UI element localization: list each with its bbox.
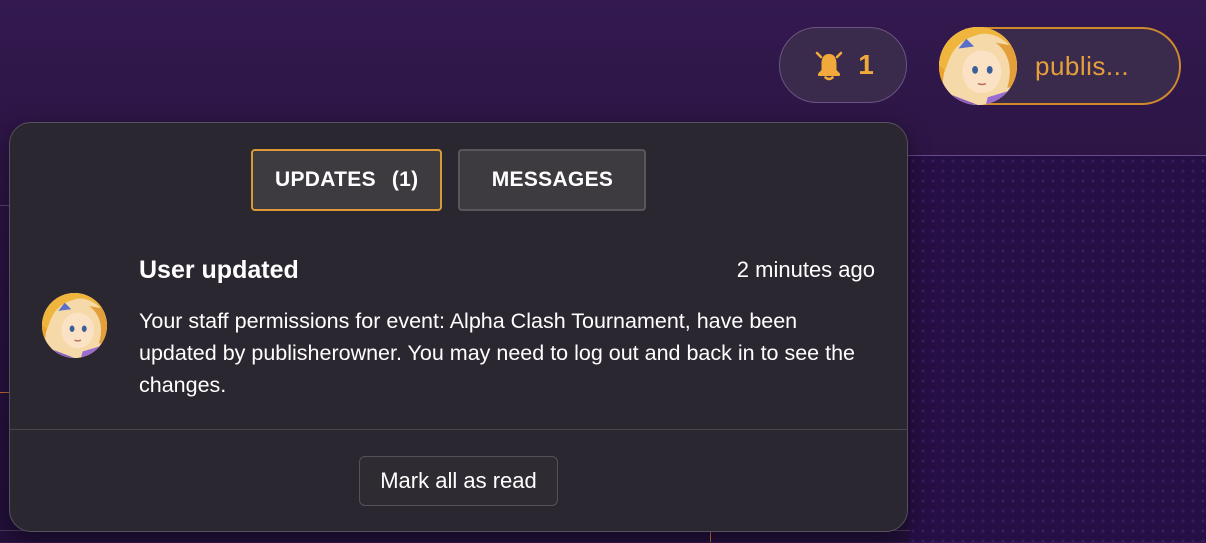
tab-updates-count: (1) <box>391 168 419 191</box>
notification-title: User updated <box>139 256 299 284</box>
user-name: publis... <box>1035 50 1130 81</box>
notification-count: 1 <box>858 49 874 80</box>
tab-messages-label: MESSAGES <box>491 168 614 191</box>
tab-updates-label: UPDATES <box>275 168 376 191</box>
panel-tabs: UPDATES (1) MESSAGES <box>251 149 647 211</box>
notification-item[interactable]: User updated 2 minutes ago Your staff pe… <box>10 253 907 423</box>
bell-icon <box>815 51 843 81</box>
notifications-button[interactable]: 1 <box>779 27 907 103</box>
notifications-panel: UPDATES (1) MESSAGES User updated 2 minu… <box>9 122 908 532</box>
notification-time: 2 minutes ago <box>736 257 875 282</box>
tab-updates[interactable]: UPDATES (1) <box>251 149 443 211</box>
tab-messages[interactable]: MESSAGES <box>458 149 647 211</box>
notification-body: Your staff permissions for event: Alpha … <box>139 309 855 397</box>
background-pattern <box>908 156 1206 542</box>
panel-divider <box>10 429 907 430</box>
avatar-icon <box>939 27 1017 105</box>
avatar-icon <box>42 293 107 358</box>
user-menu-button[interactable]: publis... <box>939 27 1181 105</box>
mark-all-read-button[interactable]: Mark all as read <box>359 456 558 506</box>
